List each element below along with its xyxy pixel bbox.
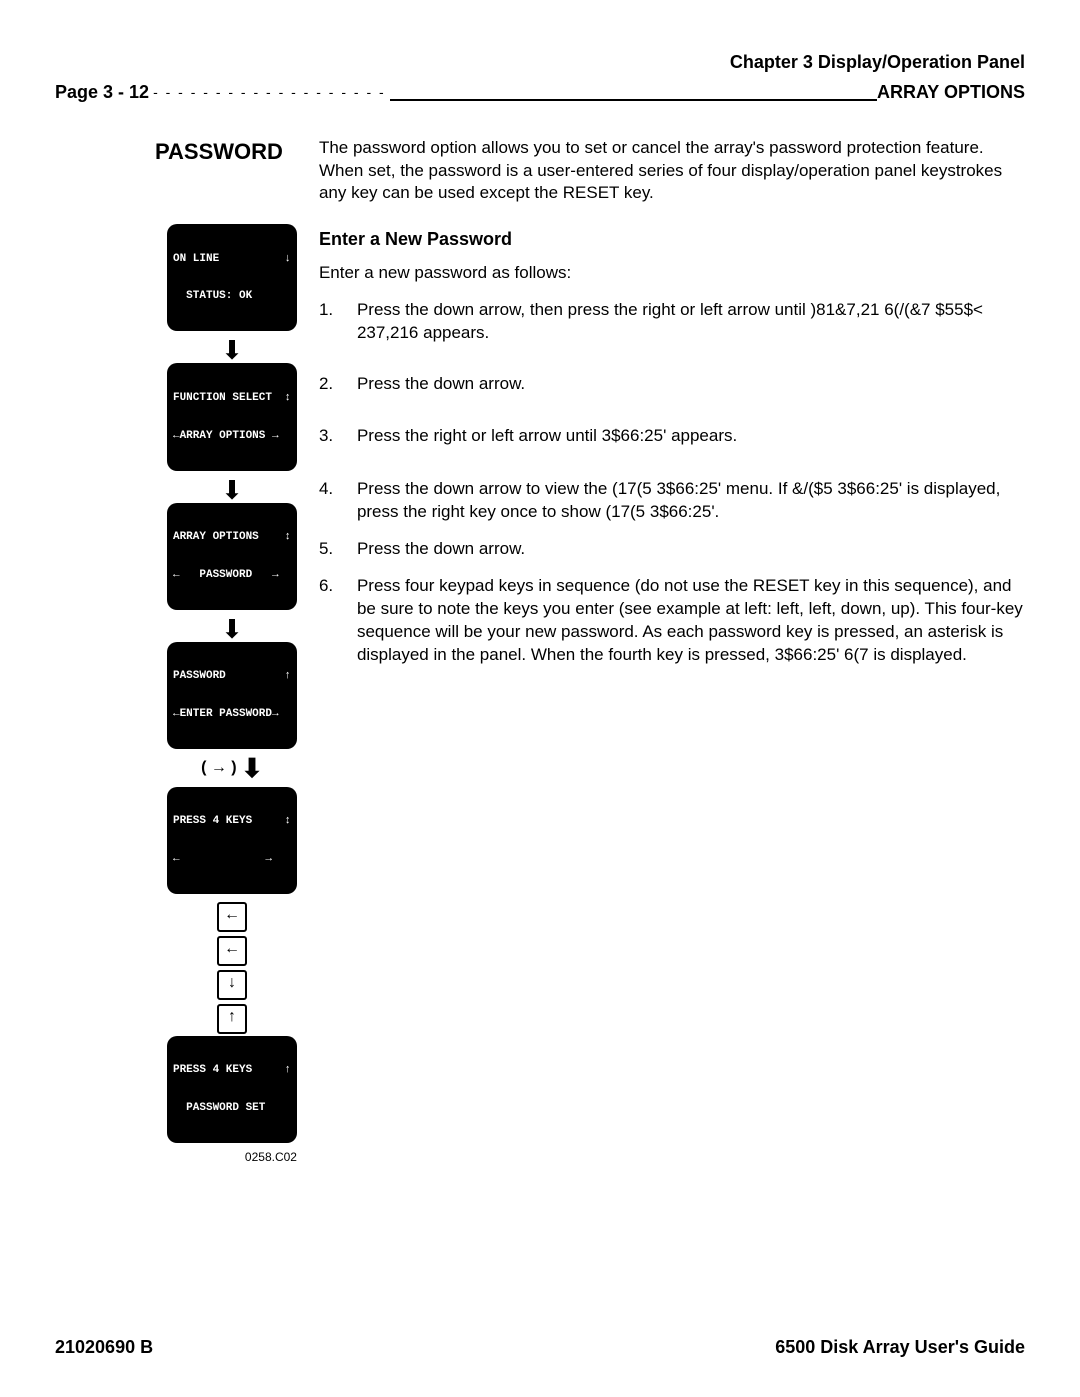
steps-list: 1.Press the down arrow, then press the r… — [319, 299, 1025, 667]
paren-right-arrow: ( → ) ⬇ — [155, 755, 309, 781]
doc-number: 21020690 B — [55, 1335, 153, 1359]
sub-intro: Enter a new password as follows: — [319, 262, 1025, 285]
lcd-panel-function-select: FUNCTION SELECT↕ ←ARRAY OPTIONS → — [167, 363, 297, 470]
key-left-icon: ← — [217, 936, 247, 966]
page-footer: 21020690 B 6500 Disk Array User's Guide — [55, 1335, 1025, 1359]
key-up-icon: ↑ — [217, 1004, 247, 1034]
down-arrow-icon: ⬇ — [155, 477, 309, 503]
lcd-panel-array-options: ARRAY OPTIONS↕ ← PASSWORD → — [167, 503, 297, 610]
key-left-icon: ← — [217, 902, 247, 932]
header-rule — [390, 99, 877, 101]
down-arrow-icon: ⬇ — [155, 337, 309, 363]
step-item: 6.Press four keypad keys in sequence (do… — [319, 575, 1025, 667]
doc-title: 6500 Disk Array User's Guide — [775, 1335, 1025, 1359]
step-item: 3.Press the right or left arrow until 3$… — [319, 425, 1025, 448]
left-column: PASSWORD ON LINE↓ STATUS: OK ⬇ FUNCTION … — [155, 137, 319, 1166]
step-item: 2.Press the down arrow. — [319, 373, 1025, 396]
lcd-panel-online: ON LINE↓ STATUS: OK — [167, 224, 297, 331]
step-item: 4.Press the down arrow to view the (17(5… — [319, 478, 1025, 524]
down-arrow-icon: ⬇ — [155, 616, 309, 642]
down-arrow-icon: ⬇ — [241, 753, 263, 783]
lcd-panel-password-set: PRESS 4 KEYS↑ PASSWORD SET — [167, 1036, 297, 1143]
step-item: 5.Press the down arrow. — [319, 538, 1025, 561]
intro-paragraph: The password option allows you to set or… — [319, 137, 1025, 206]
lcd-panel-press-4-keys: PRESS 4 KEYS↕ ← → — [167, 787, 297, 894]
page-number: Page 3 - 12 — [55, 80, 149, 104]
dash-leader: - - - - - - - - - - - - - - - - - - - — [153, 83, 386, 102]
figure-caption: 0258.C02 — [167, 1149, 297, 1165]
subheader-row: Page 3 - 12 - - - - - - - - - - - - - - … — [55, 80, 1025, 104]
step-item: 1.Press the down arrow, then press the r… — [319, 299, 1025, 345]
right-column: The password option allows you to set or… — [319, 137, 1025, 1166]
sub-heading: Enter a New Password — [319, 227, 1025, 251]
section-name: ARRAY OPTIONS — [877, 80, 1025, 104]
chapter-line: Chapter 3 Display/Operation Panel — [55, 50, 1025, 74]
lcd-panel-password: PASSWORD↑ ←ENTER PASSWORD→ — [167, 642, 297, 749]
key-down-icon: ↓ — [217, 970, 247, 1000]
page-header: Chapter 3 Display/Operation Panel Page 3… — [0, 0, 1080, 105]
section-title: PASSWORD — [155, 137, 309, 167]
